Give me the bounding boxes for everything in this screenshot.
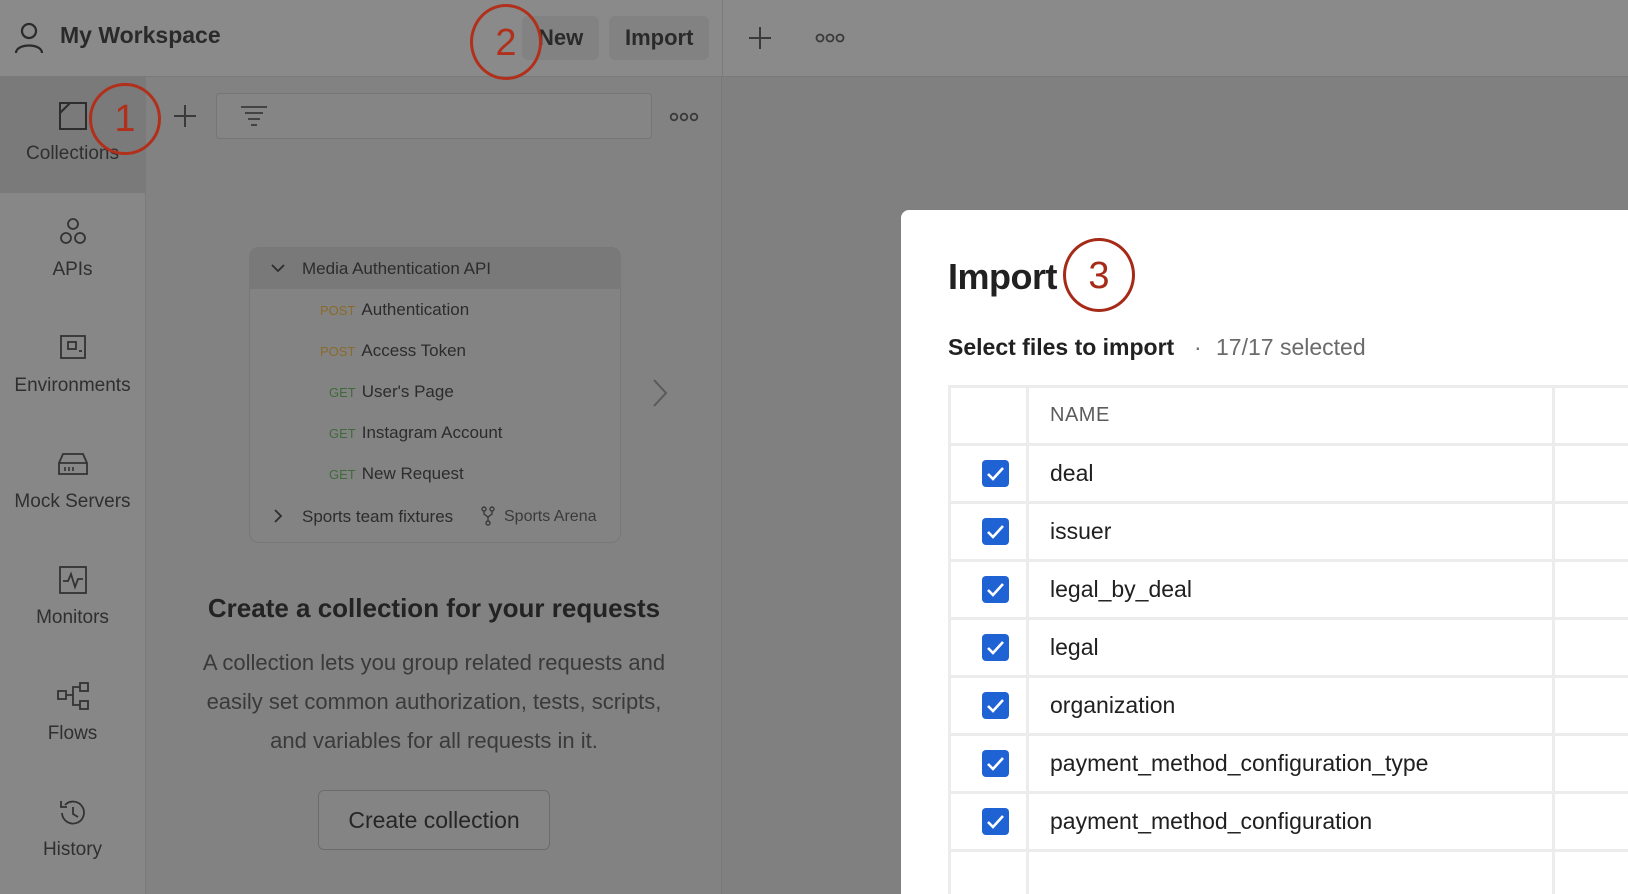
file-checkbox[interactable] [982, 460, 1009, 487]
rail-label: Monitors [36, 607, 109, 628]
file-checkbox[interactable] [982, 634, 1009, 661]
file-name: payment_method_configuration_type [1050, 750, 1429, 776]
method-badge: POST [320, 303, 356, 318]
rail-item-monitors[interactable]: Monitors [0, 541, 145, 657]
file-checkbox[interactable] [982, 750, 1009, 777]
filter-input[interactable] [216, 93, 652, 139]
empty-state-title: Create a collection for your requests [207, 593, 661, 623]
method-badge: GET [329, 426, 356, 441]
table-row: issuer [948, 501, 1628, 562]
file-name: deal [1050, 460, 1094, 486]
description-line: A collection lets you group related requ… [202, 650, 666, 675]
collection-name: Media Authentication API [302, 259, 492, 278]
separator-dot: · [1194, 334, 1202, 360]
rail-item-history[interactable]: History [0, 773, 145, 889]
method-badge: POST [320, 344, 356, 359]
import-button[interactable]: Import [609, 16, 710, 60]
table-row: legal_by_deal [948, 559, 1628, 620]
table-row: payment_method_configuration [948, 791, 1628, 852]
workspace-title[interactable]: My Workspace [60, 22, 221, 49]
request-item: GET Instagram Account [250, 412, 620, 453]
dialog-title: Import [948, 256, 1058, 297]
dialog-subtitle: Select files to import [948, 334, 1175, 360]
rail-item-mock-servers[interactable]: Mock Servers [0, 425, 145, 541]
column-header-label: NAME [1050, 404, 1110, 426]
method-badge: GET [329, 467, 356, 482]
rail-label: Mock Servers [14, 491, 131, 512]
rail-label: Environments [14, 375, 131, 396]
request-item: GET User's Page [250, 371, 620, 412]
environments-icon [58, 333, 88, 363]
request-name: Access Token [361, 341, 466, 360]
annotation-marker-2: 2 [470, 4, 542, 80]
collection-name: Sports team fixtures [302, 507, 454, 526]
table-header-row: NAME [948, 385, 1628, 446]
method-badge: GET [329, 385, 356, 400]
selection-count: 17/17 selected [1216, 334, 1366, 360]
fork-source: Sports Arena [504, 508, 597, 525]
rail-label: Flows [47, 723, 98, 744]
collection-tree-item: Media Authentication API [250, 248, 620, 289]
request-item: GET New Request [250, 453, 620, 494]
import-dialog: Import Select files to import · 17/17 se… [901, 210, 1628, 894]
fork-icon [480, 496, 496, 542]
left-rail: Collections APIs Environments Mock Serve… [0, 77, 146, 894]
collections-icon [58, 101, 88, 131]
name-column-header[interactable]: NAME [1026, 388, 1555, 443]
collection-preview-card: Media Authentication API POST Authenticat… [249, 247, 621, 543]
collections-sidebar: Media Authentication API POST Authenticat… [146, 77, 722, 894]
rail-item-apis[interactable]: APIs [0, 193, 145, 309]
file-checkbox[interactable] [982, 518, 1009, 545]
file-checkbox[interactable] [982, 808, 1009, 835]
select-all-cell[interactable] [948, 388, 1029, 443]
user-icon[interactable] [14, 22, 44, 54]
file-name: issuer [1050, 518, 1112, 544]
request-name: Authentication [361, 300, 470, 319]
collection-tree-item: Sports team fixtures Sports Arena [250, 496, 620, 537]
table-row [948, 849, 1628, 894]
file-checkbox[interactable] [982, 576, 1009, 603]
filter-icon[interactable] [239, 104, 269, 128]
file-name: organization [1050, 692, 1176, 718]
rail-label: APIs [52, 259, 93, 280]
flows-icon [56, 681, 90, 711]
request-item: POST Access Token [250, 330, 620, 371]
description-line: and variables for all requests in it. [270, 728, 598, 753]
chevron-right-icon [272, 496, 284, 542]
file-name: legal_by_deal [1050, 576, 1192, 602]
apis-icon [58, 217, 88, 247]
request-item: POST Authentication [250, 289, 620, 330]
monitors-icon [58, 565, 88, 595]
description-line: easily set common authorization, tests, … [206, 689, 662, 714]
request-name: User's Page [361, 382, 454, 401]
add-collection-plus-icon[interactable] [172, 103, 198, 129]
table-row: deal [948, 443, 1628, 504]
rail-item-environments[interactable]: Environments [0, 309, 145, 425]
rail-item-flows[interactable]: Flows [0, 657, 145, 773]
file-name: legal [1050, 634, 1099, 660]
annotation-marker-1: 1 [89, 83, 161, 155]
table-row: organization [948, 675, 1628, 736]
header-divider [722, 0, 723, 76]
table-row: legal [948, 617, 1628, 678]
more-options-icon[interactable] [815, 30, 845, 46]
top-header: My Workspace New Import [0, 0, 1628, 77]
request-name: Instagram Account [361, 423, 503, 442]
annotation-marker-3: 3 [1063, 238, 1135, 312]
main-divider [721, 77, 722, 894]
new-tab-plus-icon[interactable] [746, 24, 774, 52]
file-name: payment_method_configuration [1050, 808, 1373, 834]
request-name: New Request [361, 464, 464, 483]
table-row: payment_method_configuration_type [948, 733, 1628, 794]
create-collection-button[interactable]: Create collection [318, 790, 550, 850]
mock-servers-icon [56, 449, 90, 479]
file-checkbox[interactable] [982, 692, 1009, 719]
sidebar-more-icon[interactable] [669, 110, 699, 124]
history-icon [57, 797, 89, 829]
empty-state-description: A collection lets you group related requ… [166, 643, 702, 760]
rail-label: History [42, 839, 103, 860]
chevron-right-icon[interactable] [650, 377, 670, 414]
